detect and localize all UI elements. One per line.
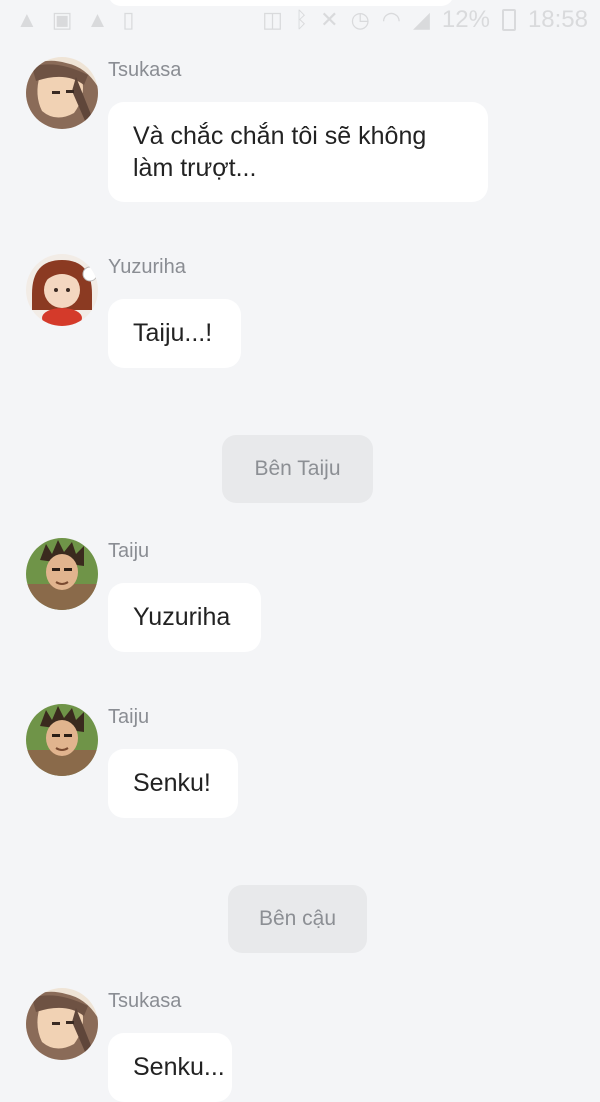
avatar[interactable] xyxy=(26,57,98,129)
avatar[interactable] xyxy=(26,538,98,610)
message-bubble[interactable]: Senku... xyxy=(108,1033,232,1102)
signal-icon: ◢ xyxy=(412,7,430,32)
message-text: Và chắc chắn tôi sẽ không xyxy=(133,122,427,150)
yuzuriha-avatar-icon xyxy=(26,254,98,326)
message-text: Taiju...! xyxy=(133,319,213,347)
message-bubble[interactable]: Taiju...! xyxy=(108,299,241,368)
image-icon: ▣ xyxy=(51,7,73,32)
wifi-icon: ◠ xyxy=(381,7,401,32)
scene-divider: Bên Taiju xyxy=(222,435,373,503)
taiju-avatar-icon xyxy=(26,538,98,610)
sender-name: Taiju xyxy=(108,706,150,728)
cast-icon: ◫ xyxy=(262,7,283,32)
taiju-avatar-icon xyxy=(26,704,98,776)
avatar[interactable] xyxy=(26,704,98,776)
message-bubble[interactable]: Và chắc chắn tôi sẽ không làm trượt... xyxy=(108,102,488,202)
tsukasa-avatar-icon xyxy=(26,988,98,1060)
alarm-icon: ◷ xyxy=(350,7,370,32)
status-time: 18:58 xyxy=(527,6,588,33)
sender-name: Tsukasa xyxy=(108,990,182,1012)
avatar[interactable] xyxy=(26,988,98,1060)
warning-icon: ▲ xyxy=(86,7,109,32)
scene-divider: Bên cậu xyxy=(228,885,367,953)
sender-name: Taiju xyxy=(108,540,150,562)
phone-icon: ▯ xyxy=(122,7,135,32)
message-text: Senku... xyxy=(133,1053,225,1081)
warning-icon: ▲ xyxy=(16,7,38,32)
battery-icon xyxy=(501,9,516,31)
message-bubble[interactable]: Senku! xyxy=(108,749,238,818)
message-bubble[interactable]: Yuzuriha xyxy=(108,583,261,652)
sender-name: Yuzuriha xyxy=(108,256,186,278)
sender-name: Tsukasa xyxy=(108,59,182,81)
message-text: Senku! xyxy=(133,769,211,797)
tsukasa-avatar-icon xyxy=(26,57,98,129)
message-text: Yuzuriha xyxy=(133,603,231,631)
bluetooth-icon: ᛒ xyxy=(294,7,309,32)
battery-percent: 12% xyxy=(441,6,490,33)
status-bar: ▲ ▣ ▲ ▯ ◫ ᛒ ✕ ◷ ◠ ◢ 12% 18:58 xyxy=(0,0,600,40)
mute-icon: ✕ xyxy=(320,7,339,32)
avatar[interactable] xyxy=(26,254,98,326)
status-icons-left: ▲ ▣ ▲ ▯ xyxy=(16,8,134,32)
message-text: làm trượt... xyxy=(133,154,257,182)
status-icons-right: ◫ ᛒ ✕ ◷ ◠ ◢ 12% 18:58 xyxy=(262,6,588,34)
